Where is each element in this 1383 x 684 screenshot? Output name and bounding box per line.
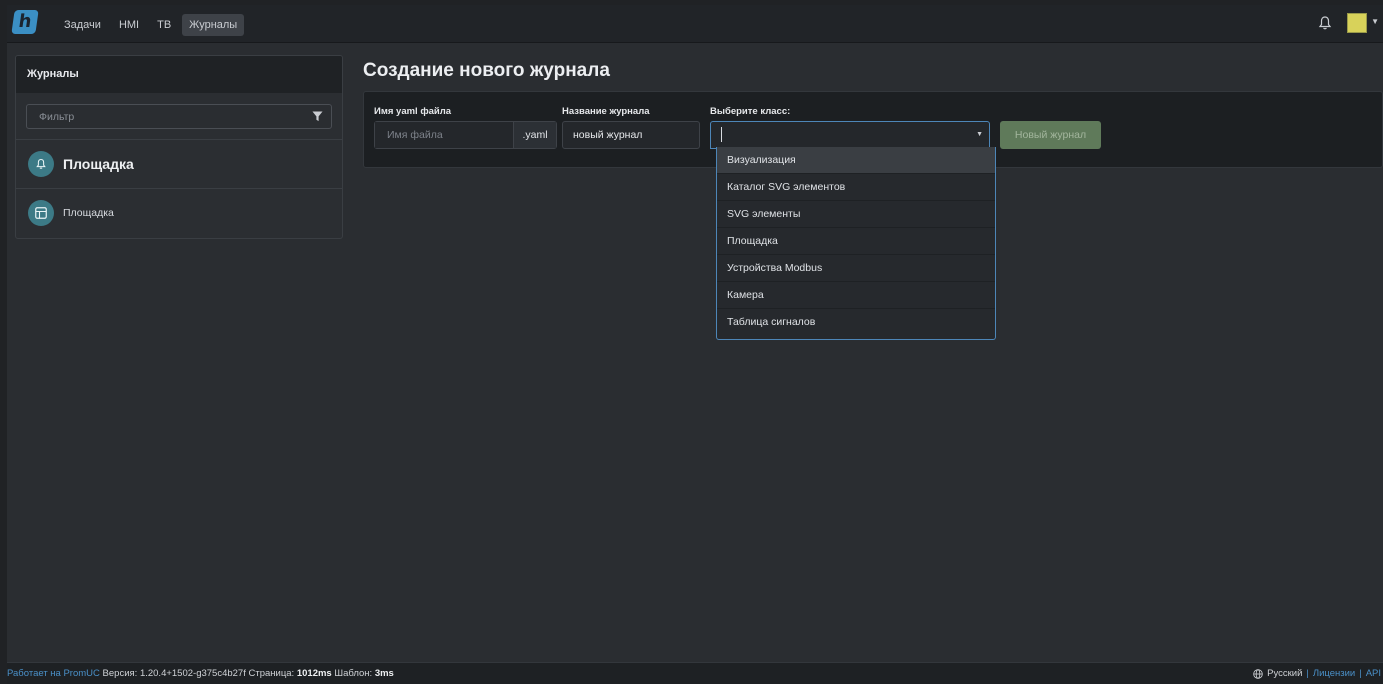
globe-icon	[1253, 669, 1263, 679]
sidebar-item-area[interactable]: Площадка	[16, 189, 342, 237]
language-link[interactable]: Русский	[1267, 663, 1302, 684]
filter-input[interactable]	[27, 105, 331, 128]
journal-name-input[interactable]	[562, 121, 700, 149]
separator: |	[1306, 668, 1309, 679]
nav-item-hmi[interactable]: HMI	[112, 14, 146, 36]
journals-sidebar: Журналы Площадка	[15, 55, 343, 239]
yaml-file-input[interactable]	[375, 122, 513, 148]
app-frame: h Задачи HMI TB Журналы ▼ Журналы Фильтр…	[7, 5, 1383, 684]
avatar[interactable]	[1347, 13, 1367, 33]
page-time-label: Страница:	[248, 668, 295, 679]
yaml-suffix: .yaml	[513, 122, 556, 148]
app-logo[interactable]: h	[11, 10, 39, 34]
sidebar-title: Журналы	[16, 56, 342, 93]
class-dropdown: Визуализация Каталог SVG элементов SVG э…	[716, 147, 996, 340]
nav-menu: Задачи HMI TB Журналы	[57, 14, 245, 36]
yaml-file-label: Имя yaml файла	[374, 106, 452, 117]
yaml-file-group: .yaml	[374, 121, 557, 149]
bell-icon[interactable]	[1317, 15, 1333, 31]
table-icon	[28, 200, 54, 226]
template-time-label: Шаблон:	[334, 668, 373, 679]
dropdown-option[interactable]: Камера	[717, 282, 995, 309]
nav-item-journals[interactable]: Журналы	[182, 14, 245, 36]
nav-item-tb[interactable]: TB	[150, 14, 178, 36]
filter-box	[26, 104, 332, 129]
footer-info: Работает на PromUC Версия: 1.20.4+1502-g…	[7, 663, 394, 684]
chevron-down-icon[interactable]: ▼	[976, 131, 983, 138]
class-select-label: Выберите класс:	[710, 106, 791, 117]
powered-by-link[interactable]: Работает на PromUC	[7, 668, 100, 679]
sidebar-group-label: Площадка	[63, 156, 134, 172]
chevron-down-icon[interactable]: ▼	[1371, 17, 1379, 26]
top-navbar: h Задачи HMI TB Журналы ▼	[7, 5, 1383, 43]
journal-name-label: Название журнала	[562, 106, 650, 117]
dropdown-option[interactable]: SVG элементы	[717, 201, 995, 228]
page-title: Создание нового журнала	[363, 60, 610, 81]
dropdown-option[interactable]: Визуализация	[717, 147, 995, 174]
filter-icon[interactable]	[312, 111, 323, 122]
text-cursor	[721, 127, 722, 142]
template-time-value: 3ms	[374, 668, 394, 679]
version-label: Версия:	[102, 668, 138, 679]
sidebar-item-label: Площадка	[63, 207, 114, 219]
dropdown-option[interactable]: Устройства Modbus	[717, 255, 995, 282]
dropdown-option[interactable]: Площадка	[717, 228, 995, 255]
dropdown-option[interactable]: Каталог SVG элементов	[717, 174, 995, 201]
api-link[interactable]: API	[1366, 663, 1381, 684]
version-value: 1.20.4+1502-g375c4b27f	[139, 668, 246, 679]
class-select[interactable]: ▼	[710, 121, 990, 149]
footer: Работает на PromUC Версия: 1.20.4+1502-g…	[7, 662, 1383, 684]
bell-icon	[28, 151, 54, 177]
dropdown-option[interactable]: Таблица сигналов	[717, 309, 995, 336]
nav-item-tasks[interactable]: Задачи	[57, 14, 108, 36]
separator: |	[1359, 668, 1362, 679]
new-journal-button[interactable]: Новый журнал	[1000, 121, 1101, 149]
licenses-link[interactable]: Лицензии	[1313, 663, 1355, 684]
footer-links: Русский | Лицензии | API	[1253, 663, 1381, 684]
filter-row	[16, 93, 342, 140]
sidebar-group-area[interactable]: Площадка	[16, 140, 342, 189]
page-time-value: 1012ms	[296, 668, 332, 679]
